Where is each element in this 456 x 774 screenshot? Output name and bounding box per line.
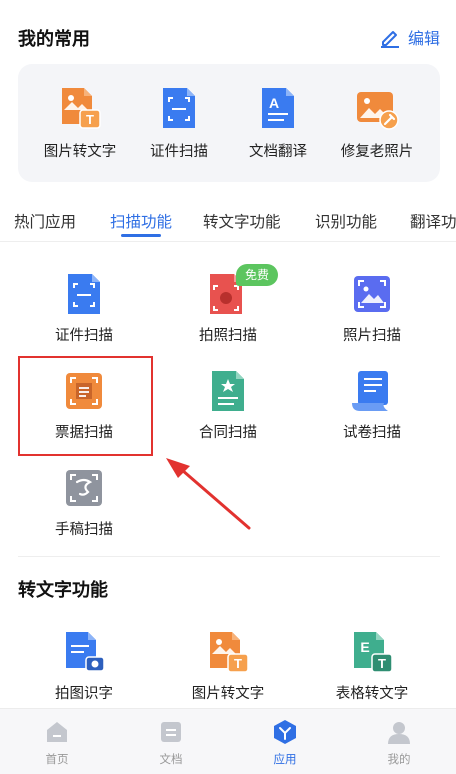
image-to-text-icon: T — [58, 86, 102, 130]
nav-label: 应用 — [273, 752, 297, 766]
grid-label: 表格转文字 — [335, 686, 409, 702]
id-scan-icon — [62, 272, 106, 316]
grid-item-exam-scan[interactable]: 试卷扫描 — [307, 369, 437, 442]
photo-ocr-icon — [62, 630, 106, 674]
fav-label: 修复老照片 — [340, 144, 414, 160]
grid-item-contract-scan[interactable]: 合同扫描 — [163, 369, 293, 442]
photo-restore-icon — [355, 86, 399, 130]
tab-to-text[interactable]: 转文字功能 — [203, 210, 281, 232]
fav-label: 证件扫描 — [150, 144, 208, 160]
profile-icon — [386, 719, 412, 745]
nav-label: 文档 — [159, 752, 183, 766]
tab-scan[interactable]: 扫描功能 — [110, 210, 172, 232]
to-text-section-title: 转文字功能 — [18, 580, 108, 601]
fav-item-image-to-text[interactable]: T 图片转文字 — [30, 86, 130, 161]
grid-label: 试卷扫描 — [343, 425, 401, 441]
tab-translate[interactable]: 翻译功 — [410, 210, 456, 232]
favorites-title: 我的常用 — [18, 29, 90, 50]
home-icon — [44, 719, 70, 745]
fav-item-photo-restore[interactable]: 修复老照片 — [327, 86, 427, 161]
apps-icon — [272, 719, 298, 745]
grid-item-image-to-text[interactable]: T 图片转文字 — [163, 630, 293, 703]
category-tabs: 热门应用 扫描功能 转文字功能 识别功能 翻译功 — [0, 198, 456, 242]
highlight-box — [18, 356, 153, 456]
svg-text:T: T — [86, 112, 94, 127]
active-tab-indicator — [121, 234, 161, 237]
grid-item-photo-scan[interactable]: 照片扫描 — [307, 272, 437, 345]
nav-label: 首页 — [45, 752, 69, 766]
svg-text:T: T — [234, 656, 242, 671]
edit-button[interactable]: 编辑 — [378, 25, 440, 49]
doc-translate-icon: A — [256, 86, 300, 130]
svg-text:T: T — [378, 656, 386, 671]
grid-label: 拍照扫描 — [199, 328, 257, 344]
grid-label: 拍图识字 — [55, 686, 113, 702]
photo-scan-icon — [350, 272, 394, 316]
nav-profile[interactable]: 我的 — [359, 719, 439, 767]
grid-label: 图片转文字 — [191, 686, 265, 702]
edit-label: 编辑 — [407, 29, 440, 48]
free-badge: 免费 — [236, 264, 278, 286]
grid-item-manuscript-scan[interactable]: 手稿扫描 — [19, 466, 149, 539]
image-to-text-icon: T — [206, 630, 250, 674]
pencil-icon — [380, 31, 399, 48]
tab-hot-apps[interactable]: 热门应用 — [14, 210, 76, 232]
nav-home[interactable]: 首页 — [17, 719, 97, 767]
id-scan-icon — [157, 86, 201, 130]
document-icon — [158, 719, 184, 745]
svg-text:A: A — [269, 95, 279, 111]
tab-recognize[interactable]: 识别功能 — [315, 210, 377, 232]
contract-scan-icon — [206, 369, 250, 413]
favorites-card: T 图片转文字 证件扫描 A 文档翻译 修复老照片 — [18, 64, 440, 182]
bottom-nav: 首页 文档 应用 我的 — [0, 708, 456, 774]
grid-label: 照片扫描 — [343, 328, 401, 344]
nav-documents[interactable]: 文档 — [131, 719, 211, 767]
svg-text:E: E — [360, 639, 369, 655]
section-divider — [18, 556, 440, 557]
grid-item-photo-ocr[interactable]: 拍图识字 — [19, 630, 149, 703]
grid-label: 证件扫描 — [55, 328, 113, 344]
grid-item-table-to-text[interactable]: E T 表格转文字 — [307, 630, 437, 703]
grid-label: 合同扫描 — [199, 425, 257, 441]
grid-item-id-scan[interactable]: 证件扫描 — [19, 272, 149, 345]
nav-apps[interactable]: 应用 — [245, 719, 325, 767]
fav-label: 图片转文字 — [43, 144, 117, 160]
exam-scan-icon — [350, 369, 394, 413]
fav-item-doc-translate[interactable]: A 文档翻译 — [228, 86, 328, 161]
favorites-header: 我的常用 编辑 — [0, 0, 456, 64]
table-to-text-icon: E T — [350, 630, 394, 674]
nav-label: 我的 — [387, 752, 411, 766]
manuscript-scan-icon — [62, 466, 106, 510]
fav-item-id-scan[interactable]: 证件扫描 — [129, 86, 229, 161]
fav-label: 文档翻译 — [249, 144, 307, 160]
grid-label: 手稿扫描 — [55, 522, 113, 538]
